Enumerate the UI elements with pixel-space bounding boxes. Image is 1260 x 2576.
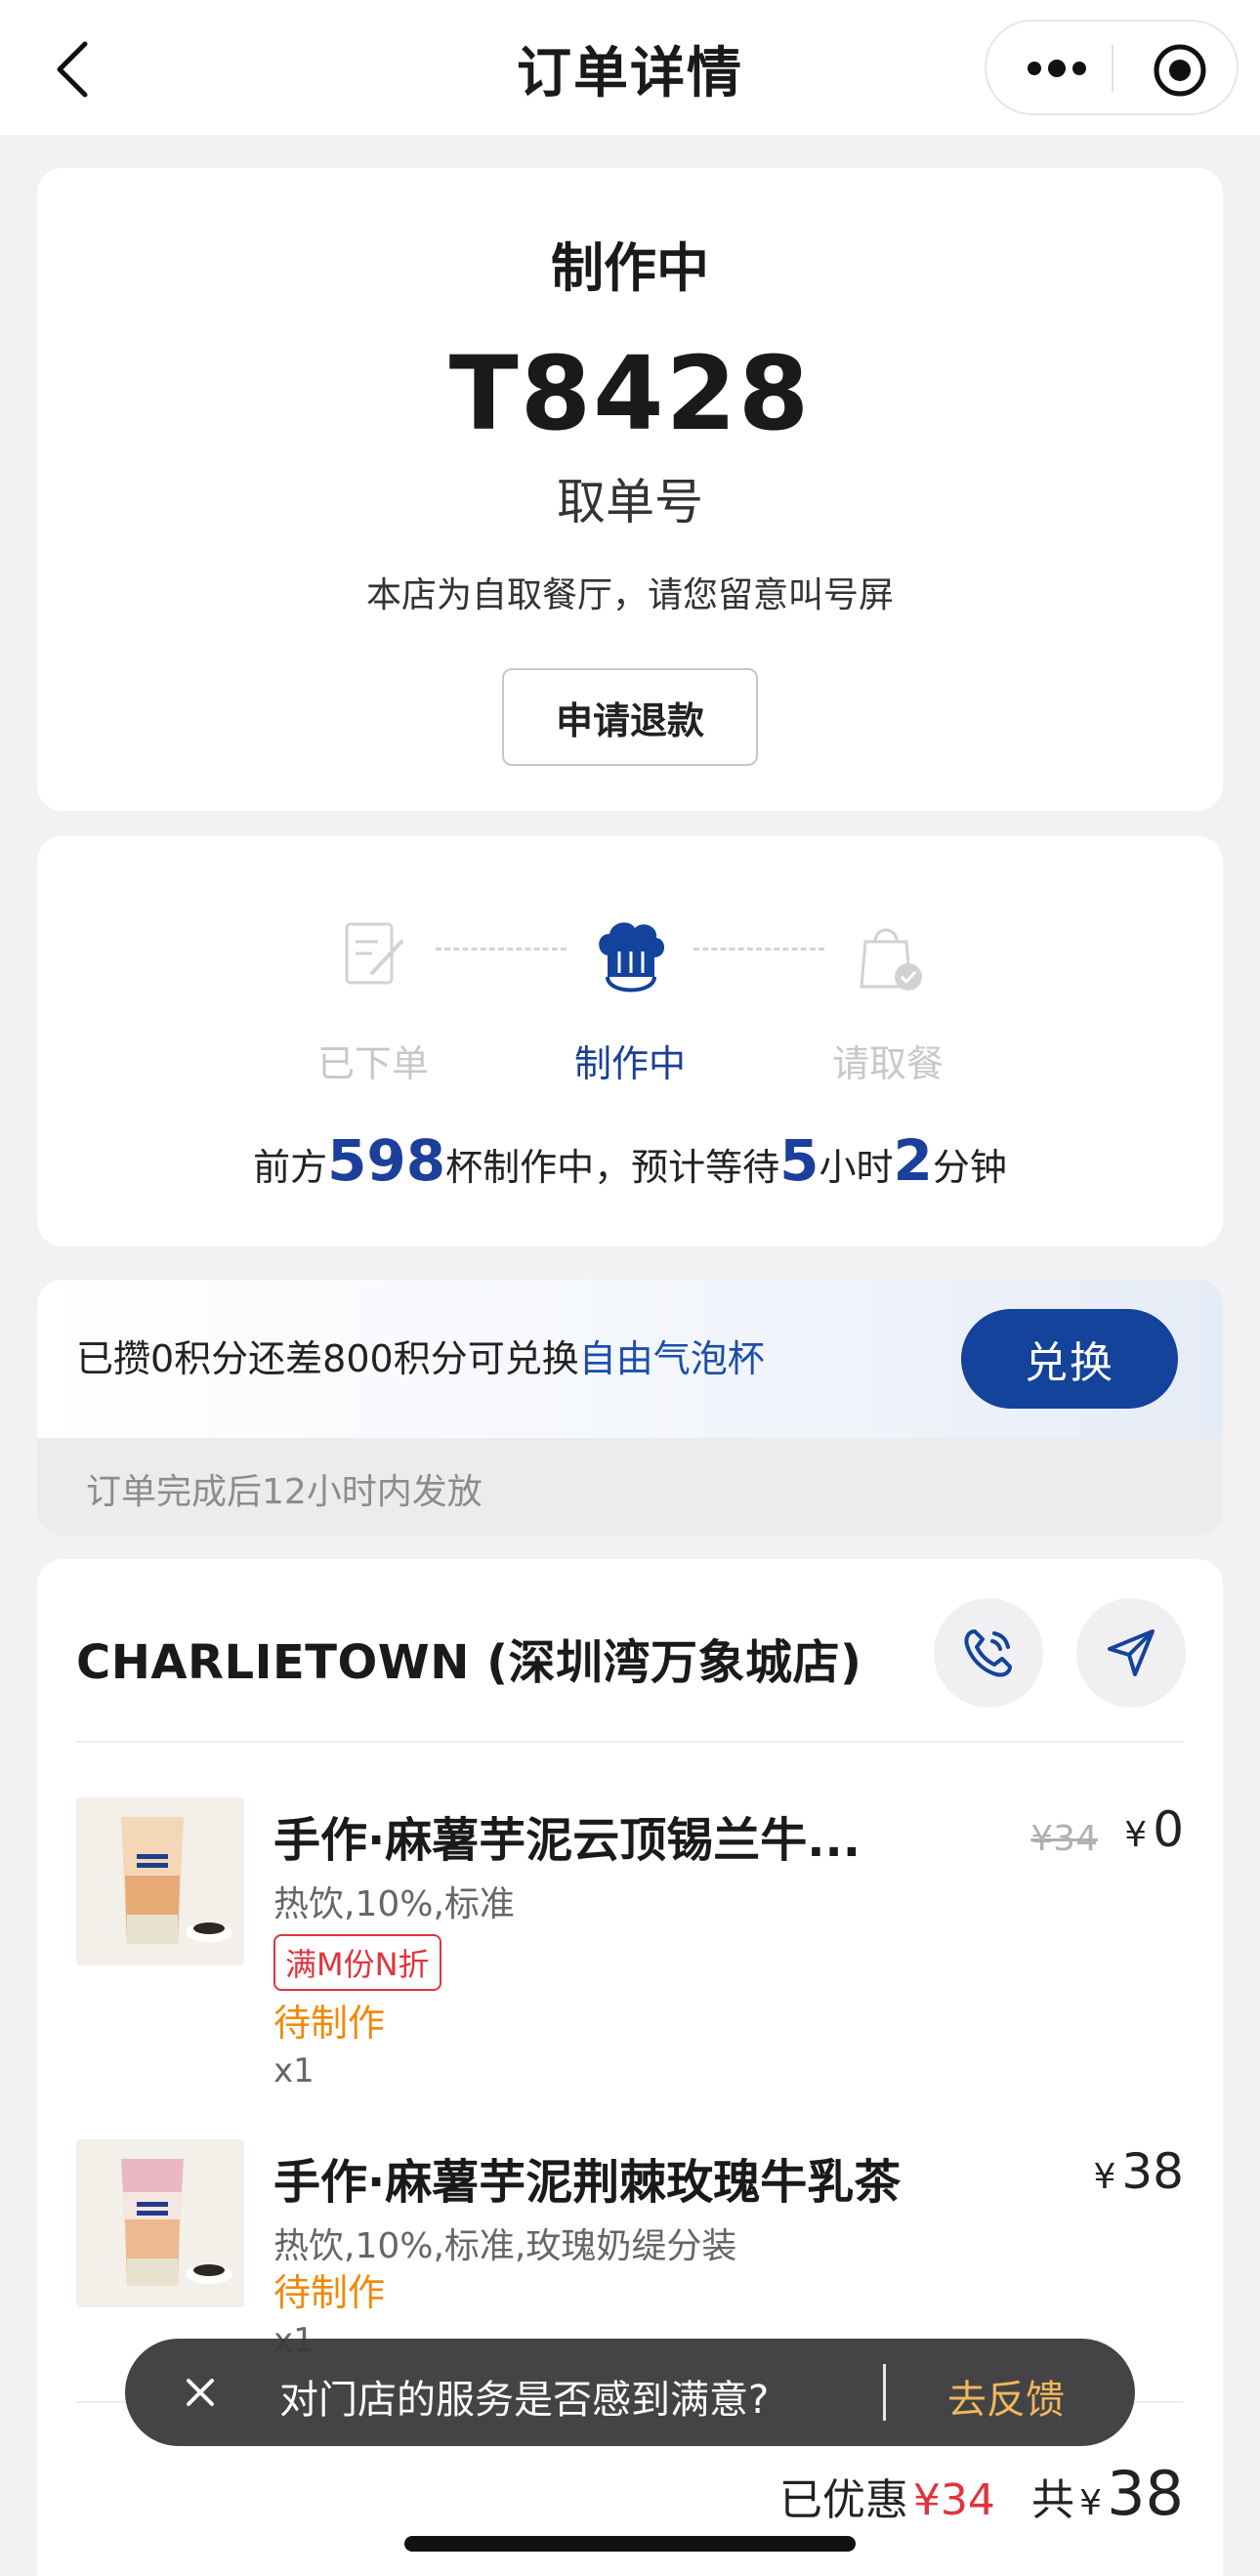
discount-value: ¥34 (912, 2475, 995, 2525)
item-status: 待制作 (273, 2002, 386, 2045)
item-quantity: x1 (273, 2051, 315, 2090)
home-indicator[interactable] (404, 2536, 856, 2552)
currency-symbol: ¥ (1093, 2157, 1116, 2197)
feedback-button[interactable]: 去反馈 (947, 2368, 1065, 2425)
step-ordered-label: 已下单 (316, 1042, 429, 1085)
phone-call-icon (964, 1629, 1012, 1677)
navigation-arrow-icon (1108, 1629, 1155, 1676)
call-store-button[interactable] (934, 1598, 1043, 1708)
toast-divider (883, 2364, 886, 2421)
refund-button[interactable]: 申请退款 (502, 668, 758, 766)
points-banner: 已攒0积分还差800积分可兑换自由气泡杯 兑换 (37, 1280, 1223, 1438)
item-price: ¥38 (1093, 2143, 1184, 2200)
promo-tag: 满M份N折 (273, 1934, 441, 1991)
pickup-number-label: 取单号 (557, 474, 703, 530)
item-price-value: 38 (1121, 2143, 1184, 2200)
total-currency: ¥ (1079, 2483, 1102, 2523)
queue-mid: 杯制作中，预计等待 (445, 1146, 780, 1189)
step-pickup-label: 请取餐 (831, 1042, 944, 1085)
points-progress: 已攒0积分还差800积分可兑换 (76, 1337, 579, 1380)
item-original-price: ¥34 (1030, 1819, 1098, 1859)
pickup-hint: 本店为自取餐厅，请您留意叫号屏 (365, 575, 894, 615)
reward-name[interactable]: 自由气泡杯 (579, 1337, 765, 1380)
step-ordered: 已下单 (285, 912, 461, 1087)
queue-prefix: 前方 (253, 1146, 328, 1189)
item-spec: 热饮,10%,标准,玫瑰奶缇分装 (273, 2226, 737, 2266)
chef-hat-icon (599, 922, 665, 992)
points-card: 已攒0积分还差800积分可兑换自由气泡杯 兑换 订单完成后12小时内发放 (37, 1280, 1223, 1536)
nav-bar: 订单详情 (0, 0, 1260, 135)
step-pickup: 请取餐 (800, 912, 976, 1087)
pickup-number: T8428 (448, 334, 812, 453)
hours-unit: 小时 (819, 1146, 894, 1189)
item-name: 手作·麻薯芋泥云顶锡兰牛... (273, 1813, 861, 1868)
item-price: ¥0 (1124, 1801, 1184, 1858)
toast-question: 对门店的服务是否感到满意? (279, 2378, 770, 2423)
divider (76, 1741, 1184, 1743)
step-making: 制作中 (542, 912, 718, 1087)
product-image (76, 2139, 244, 2307)
toast-close-button[interactable] (174, 2366, 227, 2419)
target-circle-icon (1154, 44, 1206, 97)
close-miniprogram-button[interactable] (1153, 43, 1207, 98)
navigate-store-button[interactable] (1076, 1598, 1186, 1708)
more-dots-icon (1028, 60, 1086, 77)
step-making-label: 制作中 (573, 1042, 686, 1085)
queue-count: 598 (327, 1127, 446, 1194)
points-note: 订单完成后12小时内发放 (86, 1472, 483, 1512)
wait-hours: 5 (779, 1127, 819, 1194)
discount-label: 已优惠 (778, 2475, 908, 2525)
progress-card: 已下单 制作中 请取餐 前方598杯制作中，预计等待5小时2分钟 (37, 836, 1223, 1246)
item-status: 待制作 (273, 2271, 386, 2314)
capsule-divider (1112, 45, 1113, 92)
more-button[interactable] (1020, 47, 1094, 90)
item-name: 手作·麻薯芋泥荆棘玫瑰牛乳茶 (273, 2155, 902, 2210)
order-total: 已优惠 ¥34 共 ¥ 38 (779, 2458, 1184, 2529)
minutes-unit: 分钟 (932, 1146, 1007, 1189)
queue-estimate: 前方598杯制作中，预计等待5小时2分钟 (37, 1127, 1223, 1194)
total-label: 共 (1031, 2475, 1074, 2525)
redeem-button[interactable]: 兑换 (961, 1309, 1178, 1409)
points-text: 已攒0积分还差800积分可兑换自由气泡杯 (76, 1329, 765, 1382)
item-spec: 热饮,10%,标准 (273, 1884, 515, 1924)
currency-symbol: ¥ (1124, 1815, 1148, 1855)
total-value: 38 (1107, 2458, 1184, 2529)
order-placed-icon (345, 922, 403, 985)
wait-minutes: 2 (893, 1127, 933, 1194)
order-status-title: 制作中 (551, 237, 709, 299)
feedback-toast: 对门店的服务是否感到满意? 去反馈 (125, 2339, 1135, 2446)
order-status-card: 制作中 T8428 取单号 本店为自取餐厅，请您留意叫号屏 申请退款 (37, 168, 1223, 811)
store-name: CHARLIETOWN (深圳湾万象城店) (76, 1635, 862, 1690)
item-price-value: 0 (1153, 1801, 1184, 1858)
product-image (76, 1797, 244, 1965)
pickup-bag-icon (860, 928, 922, 991)
mini-program-capsule (985, 20, 1239, 115)
close-icon (187, 2379, 214, 2406)
